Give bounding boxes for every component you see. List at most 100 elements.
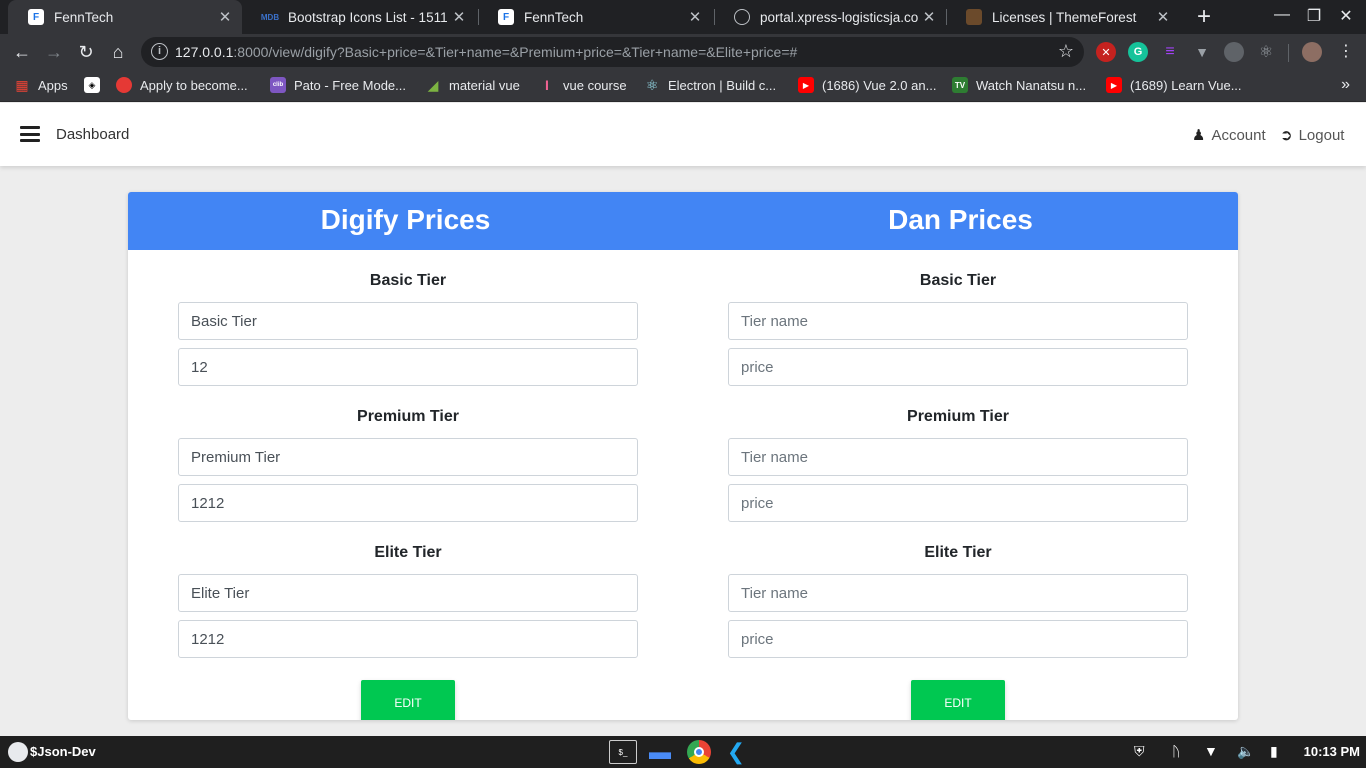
digify-basic-price-input[interactable]: [178, 348, 638, 386]
browser-toolbar: ← → ↻ ⌂ i 127.0.0.1:8000/view/digify?Bas…: [0, 34, 1366, 70]
maximize-icon[interactable]: ❐: [1304, 6, 1324, 26]
globe-icon: [734, 9, 750, 25]
browser-tab-fenntech[interactable]: F FennTech ✕: [8, 0, 242, 34]
codepen-icon: ◈: [84, 77, 100, 93]
basic-tier-label: Basic Tier: [369, 272, 447, 289]
bookmark-codepen[interactable]: ◈: [84, 77, 108, 93]
apps-grid-icon: ▦: [15, 76, 29, 93]
digify-edit-button[interactable]: EDIT: [361, 680, 455, 720]
dan-elite-price-input[interactable]: [728, 620, 1188, 658]
bookmark-star-icon[interactable]: ☆: [1058, 41, 1074, 62]
bookmark-material-vue[interactable]: ◢ material vue: [425, 77, 520, 93]
digify-premium-price-input[interactable]: [178, 484, 638, 522]
blocker-extension-icon[interactable]: ✕: [1096, 42, 1116, 62]
profile-avatar[interactable]: [1302, 42, 1322, 62]
vuetify-icon: ◢: [427, 76, 439, 93]
youtube-icon: ▶: [1106, 77, 1122, 93]
new-tab-button[interactable]: +: [1192, 3, 1216, 31]
dan-premium-name-input[interactable]: [728, 438, 1188, 476]
logout-link[interactable]: ➲ Logout: [1280, 126, 1344, 145]
bookmark-pato[interactable]: clib Pato - Free Mode...: [270, 77, 406, 93]
launcher-icon[interactable]: [8, 742, 28, 762]
home-icon[interactable]: ⌂: [106, 40, 130, 64]
themeforest-favicon: [966, 9, 982, 25]
digify-elite-name-input[interactable]: [178, 574, 638, 612]
dan-premium-price-input[interactable]: [728, 484, 1188, 522]
browser-tab-strip: F FennTech ✕ MDB Bootstrap Icons List - …: [0, 0, 1366, 34]
digify-prices-heading: Digify Prices: [320, 204, 491, 235]
dan-edit-button[interactable]: EDIT: [911, 680, 1005, 720]
digify-basic-name-input[interactable]: [178, 302, 638, 340]
fenntech-favicon: F: [498, 9, 514, 25]
shield-icon[interactable]: ⛨: [1134, 743, 1145, 760]
browser-tab-bootstrap-icons[interactable]: MDB Bootstrap Icons List - 1511 an ✕: [242, 0, 476, 34]
url-host: 127.0.0.1: [175, 44, 234, 60]
bookmark-vue-course[interactable]: І vue course: [539, 77, 627, 93]
browser-tab-fenntech-2[interactable]: F FennTech ✕: [478, 0, 712, 34]
kebab-menu-icon[interactable]: ⋮: [1334, 40, 1358, 64]
files-icon[interactable]: ▬: [646, 739, 674, 764]
bookmark-electron[interactable]: ⚛ Electron | Build c...: [644, 77, 776, 93]
reload-icon[interactable]: ↻: [74, 40, 98, 64]
dan-elite-name-input[interactable]: [728, 574, 1188, 612]
address-bar[interactable]: i 127.0.0.1:8000/view/digify?Basic+price…: [141, 37, 1084, 67]
prices-card-header: Digify Prices Dan Prices: [128, 192, 1238, 250]
digify-prices-form: Basic Tier Premium Tier Elite Tier EDIT: [178, 250, 638, 720]
dan-basic-price-input[interactable]: [728, 348, 1188, 386]
mdb-favicon: MDB: [260, 12, 280, 22]
tv-icon: TV: [952, 77, 968, 93]
wifi-icon[interactable]: ▼: [1204, 743, 1218, 759]
close-tab-icon[interactable]: ✕: [1152, 8, 1174, 26]
elite-tier-label: Elite Tier: [374, 544, 442, 561]
taskbar-user: $Json-Dev: [30, 744, 96, 759]
colorlib-icon: clib: [270, 77, 286, 93]
browser-tab-themeforest[interactable]: Licenses | ThemeForest ✕: [946, 0, 1180, 34]
digify-premium-name-input[interactable]: [178, 438, 638, 476]
user-icon: ♟: [1192, 127, 1206, 144]
back-icon[interactable]: ←: [10, 40, 34, 64]
terminal-icon[interactable]: $_: [609, 740, 637, 764]
volume-icon[interactable]: 🔈: [1237, 743, 1254, 760]
minimize-icon[interactable]: —: [1272, 6, 1292, 24]
hamburger-menu-icon[interactable]: [20, 126, 40, 142]
dan-button-row: EDIT: [728, 680, 1188, 720]
close-tab-icon[interactable]: ✕: [918, 8, 940, 26]
close-tab-icon[interactable]: ✕: [214, 8, 236, 26]
account-link[interactable]: ♟ Account: [1192, 126, 1266, 145]
app-navbar: Dashboard ♟ Account ➲ Logout: [0, 103, 1366, 166]
close-tab-icon[interactable]: ✕: [448, 8, 470, 26]
address-url[interactable]: 127.0.0.1:8000/view/digify?Basic+price=&…: [175, 44, 797, 60]
prices-card: Digify Prices Dan Prices Basic Tier Prem…: [128, 192, 1238, 720]
dan-prices-form: Basic Tier Premium Tier Elite Tier EDIT: [728, 250, 1188, 720]
menu-extension-icon[interactable]: ≡: [1160, 42, 1180, 62]
youtube-icon: ▶: [798, 77, 814, 93]
close-window-icon[interactable]: ✕: [1336, 6, 1356, 26]
close-tab-icon[interactable]: ✕: [684, 8, 706, 26]
browser-tab-xpress-portal[interactable]: portal.xpress-logisticsja.com ✕: [714, 0, 946, 34]
sign-out-icon: ➲: [1280, 127, 1293, 144]
digify-elite-price-input[interactable]: [178, 620, 638, 658]
toolbar-separator: [1288, 44, 1289, 62]
site-info-icon[interactable]: i: [151, 43, 168, 60]
grammarly-extension-icon[interactable]: G: [1128, 42, 1148, 62]
circle-extension-icon[interactable]: [1224, 42, 1244, 62]
more-bookmarks-icon[interactable]: »: [1341, 76, 1350, 94]
battery-icon[interactable]: ▮: [1270, 743, 1278, 760]
dashboard-title[interactable]: Dashboard: [56, 126, 129, 143]
react-devtools-extension-icon[interactable]: ⚛: [1256, 42, 1276, 62]
bookmark-nanatsu[interactable]: TV Watch Nanatsu n...: [952, 77, 1086, 93]
fenntech-favicon: F: [28, 9, 44, 25]
forward-icon[interactable]: →: [42, 40, 66, 64]
vue-devtools-extension-icon[interactable]: ▼: [1192, 42, 1212, 62]
bookmark-apply[interactable]: Apply to become...: [116, 77, 248, 93]
bookmark-learn-vue[interactable]: ▶ (1689) Learn Vue...: [1106, 77, 1242, 93]
vscode-icon[interactable]: ❮: [722, 739, 750, 764]
chrome-icon[interactable]: [685, 740, 713, 764]
bluetooth-icon[interactable]: ᚢ: [1172, 743, 1180, 759]
apply-icon: [116, 77, 132, 93]
bookmark-apps[interactable]: ▦ Apps: [14, 76, 67, 93]
bookmark-vue-2-video[interactable]: ▶ (1686) Vue 2.0 an...: [798, 77, 936, 93]
bookmarks-bar: ▦ Apps ◈ Apply to become... clib Pato - …: [0, 70, 1366, 102]
taskbar-clock[interactable]: 10:13 PM: [1304, 744, 1360, 759]
dan-basic-name-input[interactable]: [728, 302, 1188, 340]
